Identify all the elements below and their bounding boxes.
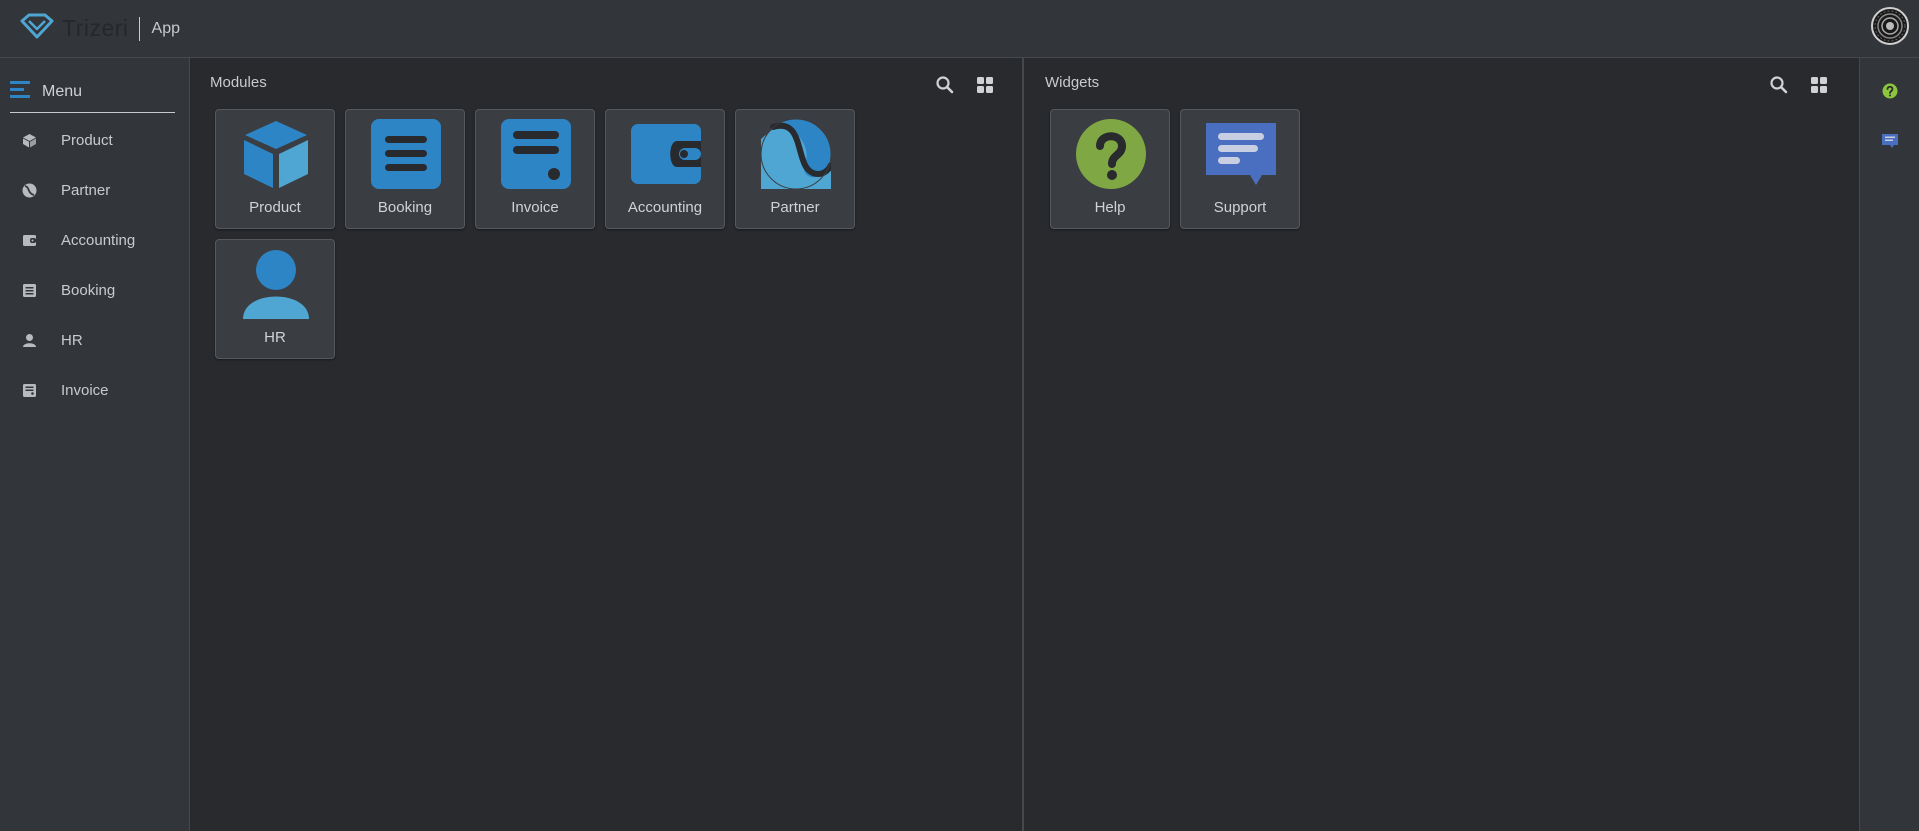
tile-label: Partner [770,199,820,216]
tile-label: Booking [377,199,433,216]
tile-label: Accounting [627,199,703,216]
sidebar-item-label: Product [61,131,113,149]
tile-label: Invoice [511,199,559,216]
list-icon [371,119,441,189]
grid-icon[interactable] [975,75,995,95]
support-chat-icon [1206,119,1276,189]
app-logo[interactable]: Trizeri App [20,13,180,44]
right-toolbar [1859,58,1919,831]
modules-panel: Modules Product Booking Invoice Accounti… [191,58,1024,831]
sidebar-item-label: Accounting [61,231,136,249]
diamond-logo-icon [20,13,54,44]
invoice-icon [501,119,571,189]
sidebar-item-hr[interactable]: HR [0,320,189,360]
module-tile-partner[interactable]: Partner [735,109,855,229]
partner-icon [760,118,834,190]
widgets-panel: Widgets Help Support [1026,58,1859,831]
module-tile-accounting[interactable]: Accounting [605,109,725,229]
sidebar-item-label: Booking [61,281,116,299]
sidebar-item-partner[interactable]: Partner [0,170,189,210]
sidebar-item-invoice[interactable]: Invoice [0,370,189,410]
user-avatar[interactable] [1871,7,1909,45]
tile-label: HR [264,329,286,346]
widgets-title: Widgets [1045,74,1100,91]
modules-title: Modules [210,74,267,91]
sidebar-item-booking[interactable]: Booking [0,270,189,310]
sidebar-item-accounting[interactable]: Accounting [0,220,189,260]
tile-label: Support [1213,199,1267,216]
module-tile-booking[interactable]: Booking [345,109,465,229]
sidebar-item-product[interactable]: Product [0,120,189,160]
help-icon [1076,119,1146,189]
search-icon[interactable] [1769,75,1789,95]
wallet-icon [22,233,37,248]
sidebar-item-label: Invoice [61,381,109,399]
tile-label: Help [1094,199,1126,216]
cube-icon [22,133,37,148]
sidebar-item-label: Partner [61,181,111,199]
top-bar: Trizeri App [0,0,1919,58]
app-label: App [151,19,180,37]
sidebar: Menu Product Partner Accounting Booking … [0,58,190,831]
menu-label: Menu [42,83,83,100]
support-chat-icon[interactable] [1882,133,1898,149]
widget-tile-support[interactable]: Support [1180,109,1300,229]
logo-divider [138,16,140,41]
partner-icon [22,183,37,198]
grid-icon[interactable] [1809,75,1829,95]
person-icon [22,333,37,348]
menu-toggle[interactable]: Menu [10,72,175,113]
invoice-icon [22,383,37,398]
person-icon [241,249,311,319]
sidebar-item-label: HR [61,331,83,349]
menu-lines-icon [10,80,32,104]
cube-icon [241,119,311,189]
module-tile-hr[interactable]: HR [215,239,335,359]
widget-tile-help[interactable]: Help [1050,109,1170,229]
brand-name: Trizeri [62,15,129,41]
list-icon [22,283,37,298]
module-tile-product[interactable]: Product [215,109,335,229]
search-icon[interactable] [935,75,955,95]
help-icon[interactable] [1882,83,1898,99]
wallet-icon [631,119,701,189]
module-tile-invoice[interactable]: Invoice [475,109,595,229]
tile-label: Product [249,199,301,216]
